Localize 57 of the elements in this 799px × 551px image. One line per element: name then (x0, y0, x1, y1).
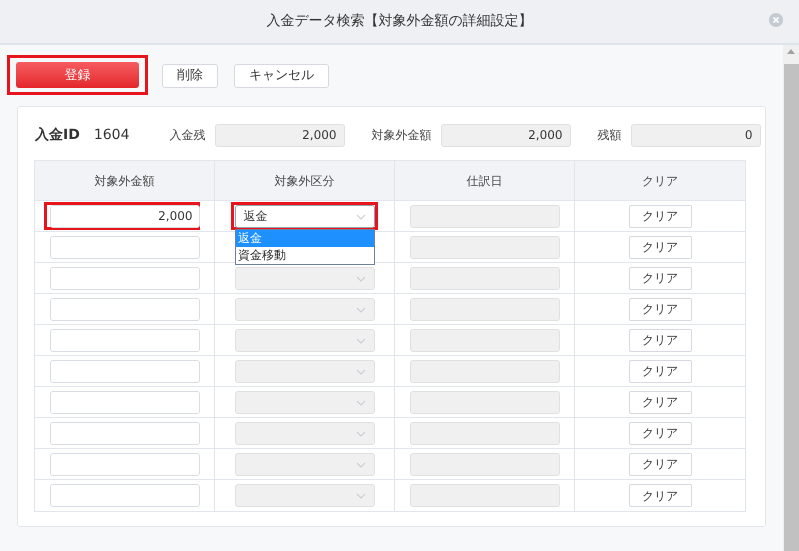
clear-button[interactable]: クリア (628, 422, 692, 444)
chevron-down-icon (356, 306, 366, 312)
amount-input[interactable] (50, 452, 200, 476)
field-label: 入金残 (169, 127, 206, 144)
category-select[interactable] (234, 390, 374, 414)
amount-input[interactable]: 2,000 (50, 204, 200, 228)
column-header: クリア (642, 172, 678, 190)
clear-button[interactable]: クリア (628, 484, 692, 507)
chevron-down-icon (356, 400, 366, 406)
chevron-down-icon (356, 338, 366, 344)
category-select[interactable] (234, 484, 374, 507)
amount-input[interactable] (50, 328, 200, 352)
clear-button[interactable]: クリア (628, 204, 692, 228)
category-select[interactable] (234, 452, 374, 476)
register-button[interactable]: 登録 (16, 62, 139, 88)
id-label: 入金ID (35, 126, 80, 144)
chevron-down-icon (356, 493, 366, 499)
column-header: 対象外金額 (94, 172, 154, 190)
category-select[interactable] (234, 328, 374, 352)
amount-input[interactable] (50, 236, 200, 258)
clear-button[interactable]: クリア (628, 266, 692, 290)
chevron-down-icon (356, 430, 366, 436)
readonly-field: 0 (631, 124, 762, 146)
clear-button[interactable]: クリア (628, 236, 692, 258)
field-label: 対象外金額 (371, 127, 432, 144)
column-header: 仕訳日 (466, 172, 502, 190)
clear-button[interactable]: クリア (628, 390, 692, 414)
amount-input[interactable] (50, 422, 200, 444)
dialog-title: 入金データ検索【対象外金額の詳細設定】 (266, 12, 532, 31)
category-select[interactable] (234, 360, 374, 382)
chevron-down-icon (356, 462, 366, 468)
clear-button[interactable]: クリア (628, 298, 692, 320)
readonly-field: 2,000 (441, 124, 572, 146)
amount-input[interactable] (50, 298, 200, 320)
category-select[interactable]: 返金 (234, 204, 374, 228)
category-select[interactable] (234, 422, 374, 444)
chevron-down-icon (356, 368, 366, 374)
amount-input[interactable] (50, 484, 200, 507)
category-select[interactable] (234, 298, 374, 320)
readonly-field: 2,000 (215, 124, 346, 146)
category-select[interactable] (234, 266, 374, 290)
clear-button[interactable]: クリア (628, 452, 692, 476)
toolbar-button[interactable]: キャンセル (234, 64, 329, 88)
close-icon[interactable] (769, 13, 783, 27)
id-value: 1604 (94, 126, 130, 144)
column-header: 対象外区分 (274, 172, 334, 190)
chevron-down-icon (356, 214, 366, 220)
amount-input[interactable] (50, 390, 200, 414)
chevron-down-icon (356, 276, 366, 282)
toolbar-button[interactable]: 削除 (162, 64, 218, 88)
clear-button[interactable]: クリア (628, 360, 692, 382)
dropdown-option[interactable]: 資金移動 (236, 247, 374, 264)
scroll-up-icon[interactable] (787, 49, 795, 54)
clear-button[interactable]: クリア (628, 328, 692, 352)
field-label: 残額 (597, 127, 622, 144)
amount-input[interactable] (50, 360, 200, 382)
amount-input[interactable] (50, 266, 200, 290)
